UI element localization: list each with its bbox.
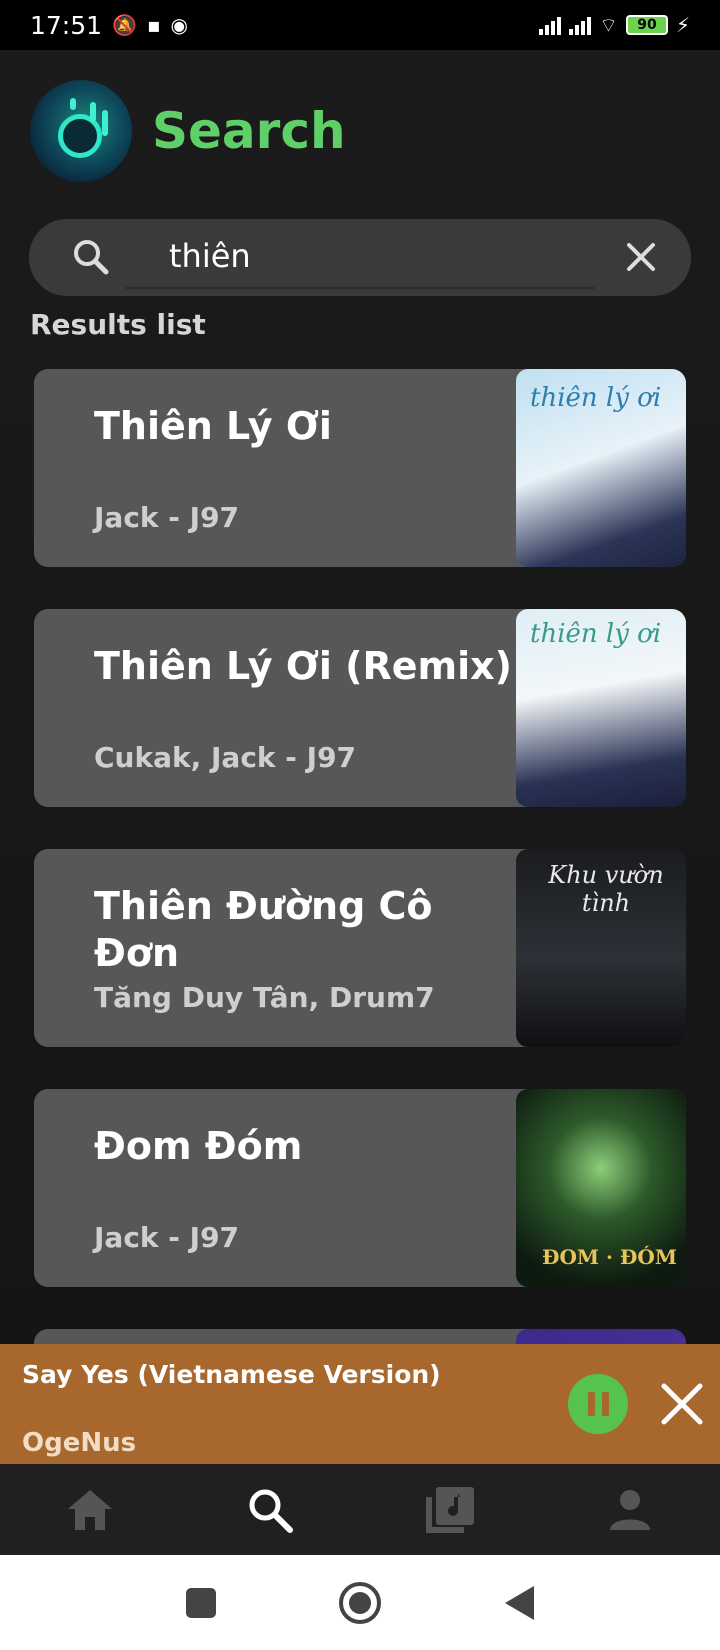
- album-art: ĐOM · ĐÓM: [516, 1089, 686, 1287]
- album-art: thiên lý ơi: [516, 609, 686, 807]
- header: Search: [30, 80, 346, 182]
- system-nav-bar: [0, 1555, 720, 1650]
- pause-icon: [587, 1392, 595, 1416]
- clear-search-icon[interactable]: [623, 239, 659, 275]
- mute-notification-icon: 🔕: [112, 13, 137, 37]
- signal-icon-2: [569, 15, 592, 35]
- page-title: Search: [152, 102, 346, 160]
- now-playing-artist: OgeNus: [22, 1428, 137, 1458]
- mini-player[interactable]: Say Yes (Vietnamese Version) OgeNus: [0, 1344, 720, 1464]
- app-logo: [30, 80, 132, 182]
- result-card[interactable]: Thiên Lý Ơi (Remix) Cukak, Jack - J97 th…: [34, 609, 686, 807]
- search-bar: [29, 219, 691, 296]
- results-label: Results list: [30, 308, 206, 341]
- status-bar: 17:51 🔕 ▪ ◉ ⌔ 90 ⚡: [0, 0, 720, 50]
- home-icon: [68, 1489, 112, 1530]
- song-artist: Jack - J97: [94, 501, 240, 534]
- wifi-icon: ⌔: [599, 12, 618, 37]
- result-card[interactable]: Thiên Lý Ơi Jack - J97 thiên lý ơi: [34, 369, 686, 567]
- song-title: Thiên Lý Ơi (Remix): [94, 644, 513, 688]
- song-title: Thiên Đường Cô Đơn: [94, 884, 433, 975]
- search-input[interactable]: [125, 225, 595, 289]
- home-button-icon[interactable]: [338, 1581, 382, 1625]
- search-icon: [249, 1489, 293, 1533]
- signal-icon: [539, 15, 562, 35]
- nav-library[interactable]: [360, 1464, 540, 1555]
- app-notification-icon: ▪: [146, 13, 161, 37]
- search-icon: [74, 240, 109, 275]
- now-playing-title: Say Yes (Vietnamese Version): [22, 1360, 441, 1389]
- song-title: Thiên Lý Ơi: [94, 404, 332, 448]
- pause-button[interactable]: [568, 1374, 628, 1434]
- profile-icon: [610, 1489, 650, 1530]
- recents-icon[interactable]: [184, 1586, 218, 1620]
- close-player-icon[interactable]: [660, 1382, 704, 1426]
- library-icon: [426, 1486, 474, 1533]
- bottom-nav: [0, 1464, 720, 1555]
- messenger-icon: ◉: [170, 13, 188, 37]
- nav-home[interactable]: [0, 1464, 180, 1555]
- status-time: 17:51: [30, 10, 103, 40]
- result-card[interactable]: Đom Đóm Jack - J97 ĐOM · ĐÓM: [34, 1089, 686, 1287]
- charging-icon: ⚡: [675, 13, 690, 37]
- song-artist: Cukak, Jack - J97: [94, 741, 357, 774]
- song-artist: Tăng Duy Tân, Drum7: [94, 981, 435, 1014]
- album-art: Khu vườn tình: [516, 849, 686, 1047]
- back-icon[interactable]: [502, 1584, 536, 1622]
- song-artist: Jack - J97: [94, 1221, 240, 1254]
- search-screen: Search Results list Thiên Lý Ơi Jack - J…: [0, 50, 720, 1555]
- result-card[interactable]: Thiên Đường Cô Đơn Tăng Duy Tân, Drum7 K…: [34, 849, 686, 1047]
- album-art: thiên lý ơi: [516, 369, 686, 567]
- nav-search[interactable]: [180, 1464, 360, 1555]
- nav-profile[interactable]: [540, 1464, 720, 1555]
- battery-icon: 90: [625, 15, 668, 35]
- song-title: Đom Đóm: [94, 1124, 303, 1168]
